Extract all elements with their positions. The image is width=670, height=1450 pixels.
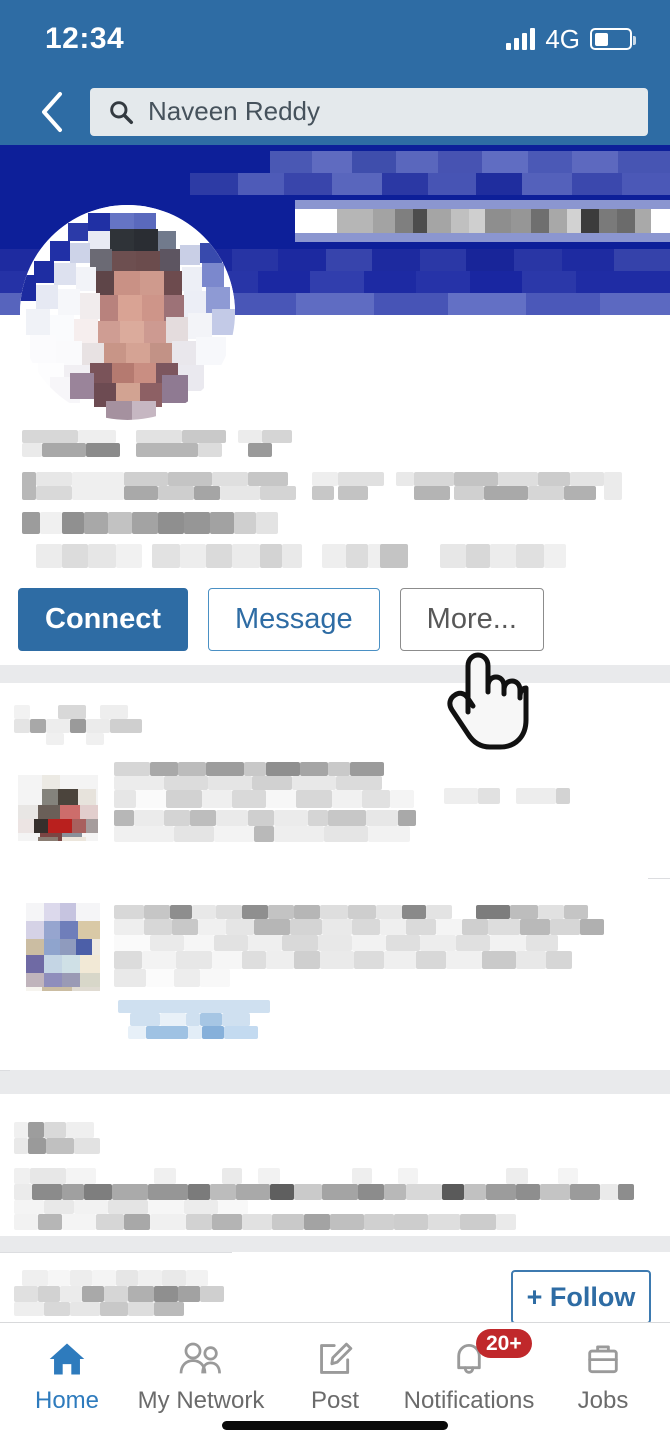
connect-button[interactable]: Connect — [18, 588, 188, 651]
status-indicators: 4G — [506, 23, 636, 55]
bell-icon: 20+ — [450, 1329, 532, 1381]
section-divider-1 — [0, 665, 670, 683]
feed-thumbnail-1 — [18, 775, 98, 841]
carrier-label: 4G — [545, 23, 580, 54]
nav-item-home[interactable]: Home — [0, 1337, 134, 1415]
follow-card-top-hairline — [0, 1252, 232, 1253]
feed-thumbnail-2 — [26, 903, 100, 991]
nav-item-post[interactable]: Post — [268, 1337, 402, 1415]
nav-item-jobs[interactable]: Jobs — [536, 1337, 670, 1415]
nav-item-my-network[interactable]: My Network — [134, 1337, 268, 1415]
search-icon — [108, 99, 134, 125]
people-icon — [177, 1337, 225, 1381]
search-input[interactable]: Naveen Reddy — [90, 87, 648, 136]
section-divider-3 — [0, 1236, 670, 1252]
profile-actions: Connect Message More... — [18, 588, 544, 651]
pointing-hand-cursor — [446, 648, 530, 752]
cover-photo-text-band — [295, 200, 670, 242]
nav-label-notifications: Notifications — [403, 1387, 535, 1414]
more-button[interactable]: More... — [399, 588, 544, 651]
briefcase-icon — [584, 1337, 622, 1381]
follow-button[interactable]: + Follow — [511, 1270, 651, 1324]
home-indicator[interactable] — [222, 1421, 448, 1430]
section-divider-2 — [0, 1070, 670, 1094]
status-time: 12:34 — [45, 22, 125, 55]
nav-label-my-network: My Network — [137, 1387, 265, 1414]
message-button[interactable]: Message — [208, 588, 380, 651]
status-bar: 12:34 4G — [0, 0, 670, 78]
feed-hairline-2 — [0, 1070, 10, 1071]
home-icon — [46, 1337, 88, 1381]
nav-label-jobs: Jobs — [577, 1387, 629, 1414]
phone-screen: 12:34 4G Naveen Reddy Connect Message Mo… — [0, 0, 670, 1450]
search-query-text: Naveen Reddy — [148, 96, 320, 126]
signal-bars-icon — [506, 28, 536, 50]
compose-icon — [315, 1337, 355, 1381]
nav-label-post: Post — [310, 1387, 360, 1414]
cover-photo-redacted-text — [337, 209, 651, 233]
battery-icon — [590, 28, 636, 50]
back-chevron-icon[interactable] — [30, 90, 74, 134]
cover-photo-text-plate — [295, 209, 670, 233]
nav-label-home: Home — [34, 1387, 100, 1414]
bottom-navigation: Home My Network Post 20+ Notifications J… — [0, 1322, 670, 1450]
notifications-badge: 20+ — [476, 1329, 532, 1359]
avatar[interactable] — [20, 205, 235, 420]
nav-item-notifications[interactable]: 20+ Notifications — [402, 1329, 536, 1415]
feed-hairline-1 — [648, 878, 670, 879]
search-bar: Naveen Reddy — [0, 78, 670, 145]
